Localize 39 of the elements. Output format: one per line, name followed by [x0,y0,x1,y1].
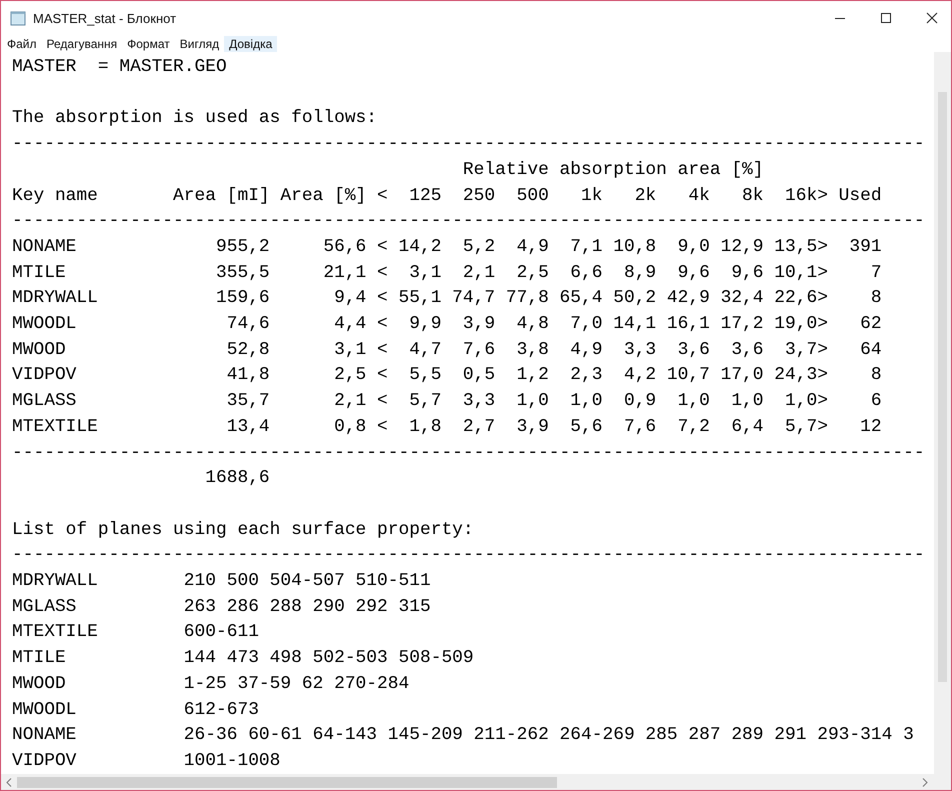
close-icon[interactable] [926,12,938,24]
text-line: NONAME 26-36 60-61 64-143 145-209 211-262 264-269 285 287 289 291 293-314 3 [12,724,914,748]
notepad-icon [10,10,26,26]
menu-item[interactable]: Формат [122,36,175,52]
menu-item[interactable]: Вигляд [174,36,224,52]
text-line: 1688,6 [204,467,270,490]
text-line: MWOOD 52,8 3,1 < 4,7 7,6 3,8 4,9 3,3 3,6 3,6 3,7> 64 [12,338,882,362]
text-line: Relative absorption area [%] [462,158,764,182]
text-line: MWOODL 612-673 [12,698,259,722]
text-line: ------------------------------------------------------------------------------------- [12,210,925,234]
text-line: MWOOD 1-25 37-59 62 270-284 [12,672,410,696]
text-line: VIDPOV 41,8 2,5 < 5,5 0,5 1,2 2,3 4,2 10,7 17,0 24,3> 8 [12,364,882,388]
maximize-icon[interactable] [880,12,892,24]
text-line: ------------------------------------------------------------------------------------- [12,133,925,156]
text-line: MWOODL 74,6 4,4 < 9,9 3,9 4,8 7,0 14,1 16,1 17,2 19,0> 62 [12,313,882,336]
scroll-left-icon[interactable] [6,778,12,786]
text-line: MTILE 144 473 498 502-503 508-509 [12,647,474,670]
text-line: MASTER = MASTER.GEO [12,56,227,79]
text-line: NONAME 955,2 56,6 < 14,2 5,2 4,9 7,1 10,8 9,0 12,9 13,5> 391 [12,236,882,259]
text-line: MTEXTILE 13,4 0,8 < 1,8 2,7 3,9 5,6 7,6 7,2 6,4 5,7> 12 [12,416,882,439]
text-line: MTEXTILE 600-611 [12,621,259,644]
text-line: MTILE 355,5 21,1 < 3,1 2,1 2,5 6,6 8,9 9,6 9,6 10,1> 7 [12,262,882,285]
text-line: MGLASS 35,7 2,1 < 5,7 3,3 1,0 1,0 0,9 1,0 1,0 1,0> 6 [12,390,882,414]
text-line: MGLASS 263 286 288 290 292 315 [12,596,431,619]
menu-item[interactable]: Файл [2,36,42,52]
window-title: MASTER_stat - Блокнот [33,10,176,26]
text-line: MDRYWALL 159,6 9,4 < 55,1 74,7 77,8 65,4 50,2 42,9 32,4 22,6> 8 [12,287,882,310]
text-line: ------------------------------------------------------------------------------------- [12,544,925,568]
text-line: VIDPOV 1001-1008 [12,750,280,773]
vertical-scrollbar[interactable] [934,52,951,774]
horizontal-scrollbar[interactable] [1,774,951,790]
text-line: Key name Area [mI] Area [%] < 125 250 500 1k 2k 4k 8k 16k> Used [12,184,882,208]
text-line: MDRYWALL 210 500 504-507 510-511 [12,570,431,594]
text-line: ------------------------------------------------------------------------------------- [12,442,925,465]
text-line: List of planes using each surface property: [12,518,474,542]
scroll-right-icon[interactable] [922,778,928,786]
text-line: The absorption is used as follows: [12,107,378,130]
menu-item[interactable]: Довідка [224,36,278,52]
menu-item[interactable]: Редагування [42,36,122,52]
